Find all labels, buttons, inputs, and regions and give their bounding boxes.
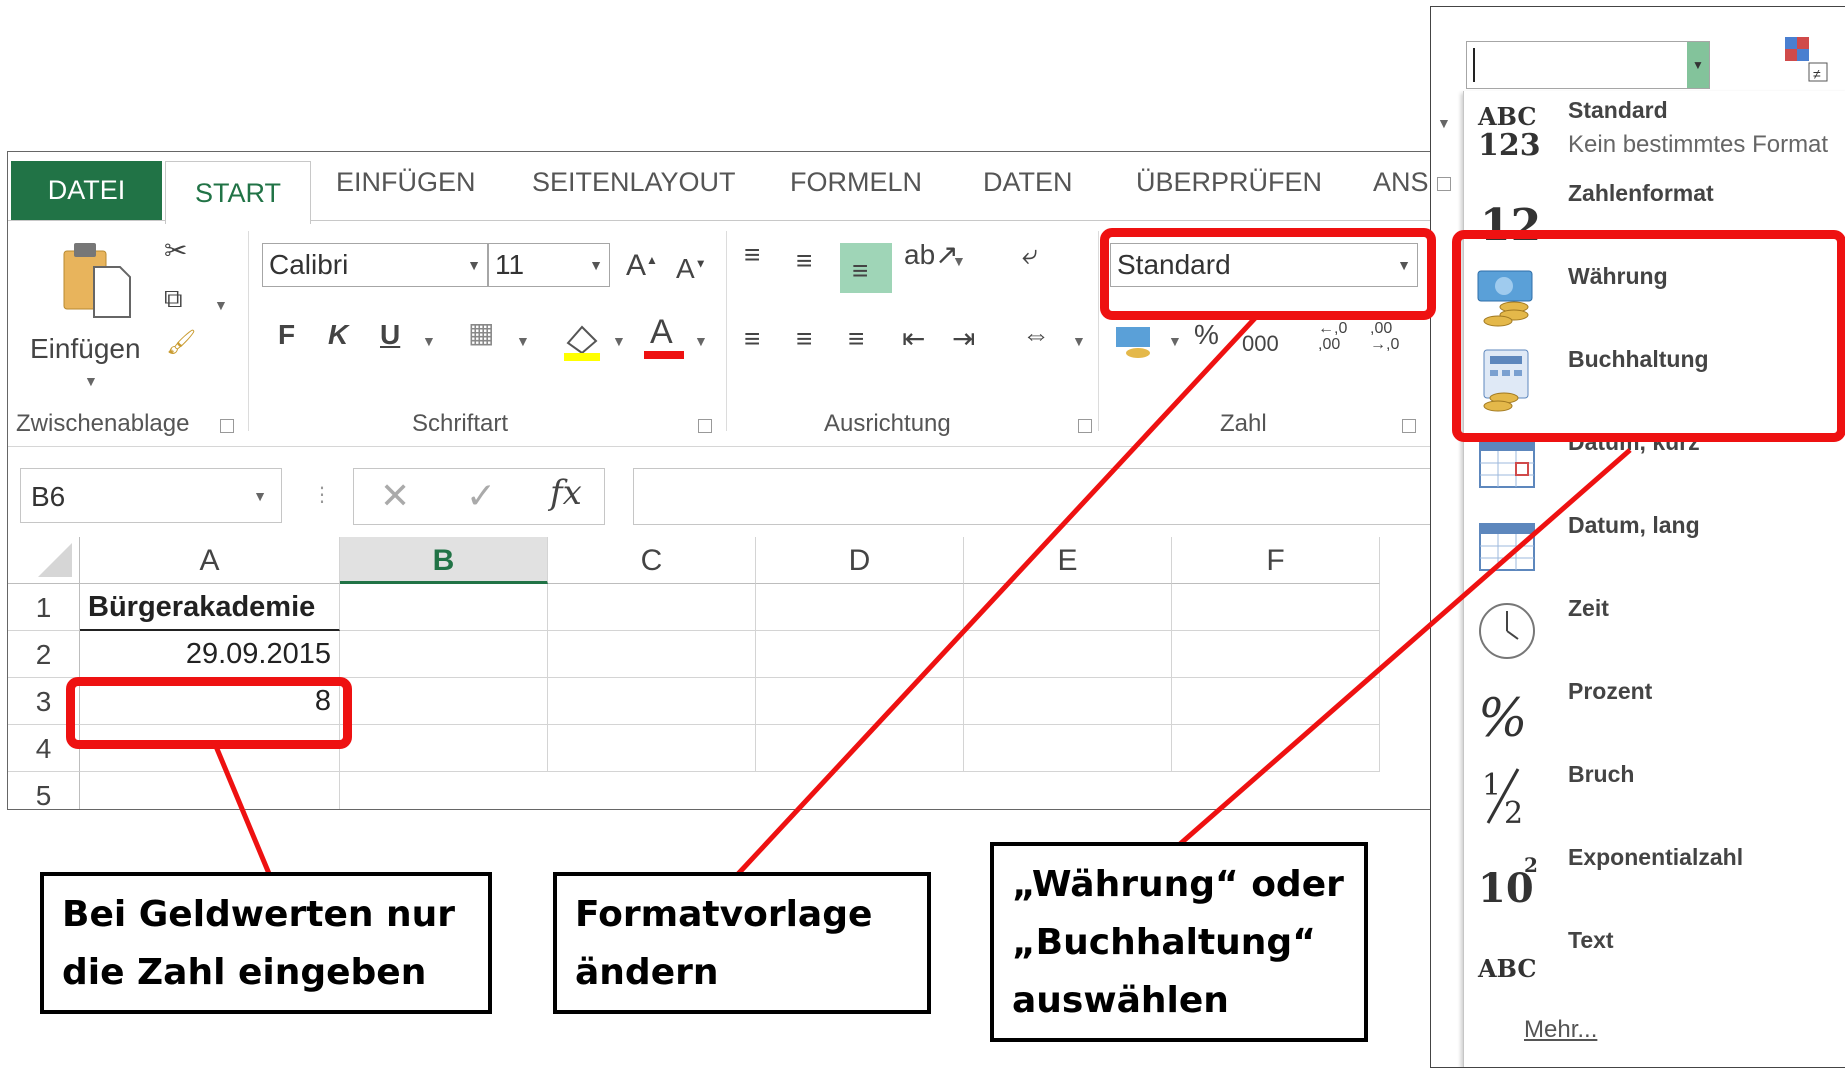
- annotation-line-1: [212, 743, 273, 877]
- callout-line: die Zahl eingeben: [62, 952, 427, 993]
- callout-line: ändern: [575, 952, 719, 993]
- callout-line: Formatvorlage: [575, 894, 873, 935]
- callout-change-format: Formatvorlage ändern: [553, 872, 931, 1014]
- highlight-currency-accounting: [1452, 230, 1845, 442]
- annotation-line-3: [1178, 448, 1632, 846]
- callout-line: „Währung“ oder: [1012, 864, 1344, 905]
- tab-start[interactable]: START: [165, 161, 311, 224]
- highlight-cell-a3: [66, 677, 352, 749]
- annotation-line-2: [736, 314, 1259, 876]
- highlight-number-format-combo: [1100, 228, 1436, 320]
- callout-line: auswählen: [1012, 980, 1229, 1021]
- callout-select-currency: „Währung“ oder „Buchhaltung“ auswählen: [990, 842, 1368, 1042]
- callout-money-values: Bei Geldwerten nur die Zahl eingeben: [40, 872, 492, 1014]
- callout-line: „Buchhaltung“: [1012, 922, 1316, 963]
- callout-line: Bei Geldwerten nur: [62, 894, 456, 935]
